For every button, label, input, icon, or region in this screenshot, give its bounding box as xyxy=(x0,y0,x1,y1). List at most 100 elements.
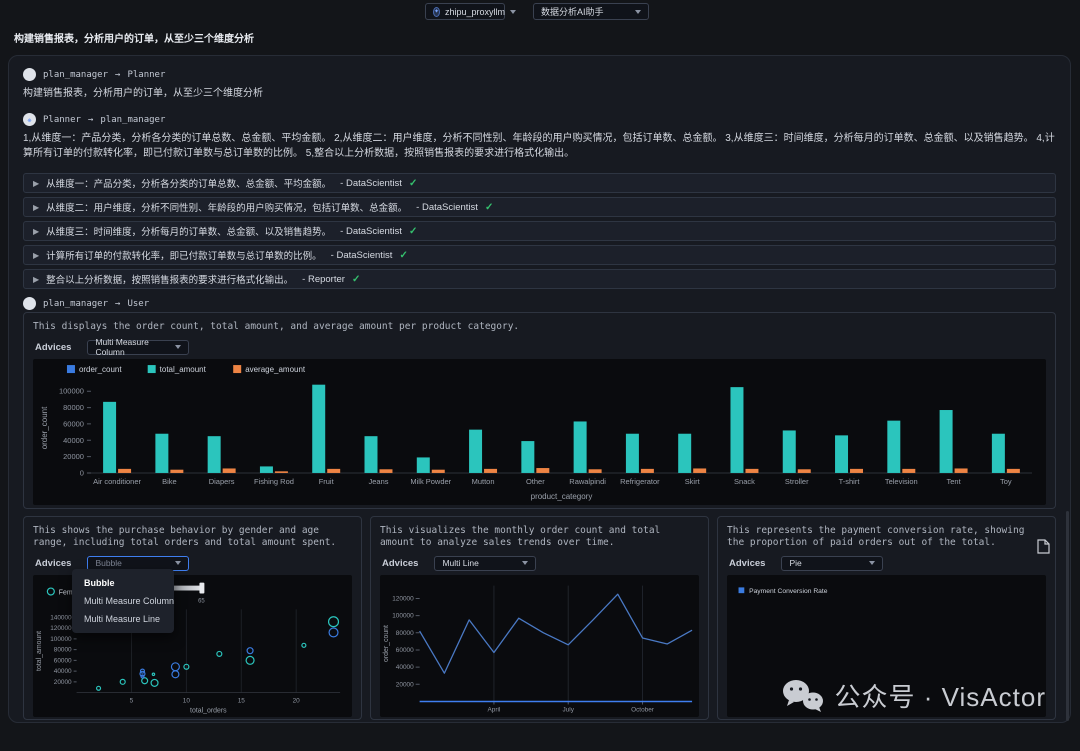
message-header: ❋ Planner → plan_manager xyxy=(23,113,1056,126)
svg-text:T-shirt: T-shirt xyxy=(839,477,861,486)
task-text: 从维度二：用户维度，分析不同性别、年龄段的用户购买情况，包括订单数、总金额。 xyxy=(46,200,407,214)
svg-text:60000: 60000 xyxy=(63,419,84,428)
svg-text:120000: 120000 xyxy=(50,625,72,632)
svg-text:80000: 80000 xyxy=(63,403,84,412)
caret-right-icon[interactable]: ▶ xyxy=(33,275,39,284)
message-to: plan_manager xyxy=(100,115,165,125)
app-select[interactable]: 数据分析AI助手 xyxy=(533,3,649,20)
message-from: Planner xyxy=(43,115,81,125)
svg-text:Stroller: Stroller xyxy=(785,477,809,486)
caret-right-icon[interactable]: ▶ xyxy=(33,179,39,188)
arrow: → xyxy=(115,70,120,80)
task-row[interactable]: ▶ 从维度一：产品分类，分析各分类的订单总数、总金额、平均金额。 - DataS… xyxy=(23,173,1056,193)
scrollbar-thumb[interactable] xyxy=(1066,511,1069,721)
svg-text:60000: 60000 xyxy=(396,647,414,654)
planner-avatar: ❋ xyxy=(23,113,36,126)
svg-text:Refrigerator: Refrigerator xyxy=(620,477,660,486)
message-body: 构建销售报表，分析用户的订单，从至少三个维度分析 xyxy=(23,86,1056,101)
task-agent: - DataScientist xyxy=(340,226,402,237)
svg-text:July: July xyxy=(563,706,575,713)
svg-text:20000: 20000 xyxy=(54,679,72,686)
panel-description: This visualizes the monthly order count … xyxy=(380,525,699,549)
caret-right-icon[interactable]: ▶ xyxy=(33,251,39,260)
message-to: User xyxy=(127,299,149,309)
svg-text:Air conditioner: Air conditioner xyxy=(93,477,141,486)
chart-type-select[interactable]: Pie xyxy=(781,556,883,571)
watermark: 公众号 · VisActor xyxy=(781,677,1046,714)
svg-text:15: 15 xyxy=(238,697,246,704)
line-chart: AprilJulyOctober200004000060000800001000… xyxy=(380,575,699,717)
chat-container: plan_manager → Planner 构建销售报表，分析用户的订单，从至… xyxy=(8,55,1071,723)
menu-item[interactable]: Multi Measure Line xyxy=(72,610,174,628)
svg-text:October: October xyxy=(631,706,655,713)
user-prompt-text: 构建销售报表，分析用户的订单，从至少三个维度分析 xyxy=(14,30,254,45)
svg-text:Tent: Tent xyxy=(947,477,962,486)
chart-type-value: Multi Measure Column xyxy=(95,337,170,357)
task-row[interactable]: ▶ 计算所有订单的付款转化率，即已付款订单数与总订单数的比例。 - DataSc… xyxy=(23,245,1056,265)
model-select-value: zhipu_proxyllm xyxy=(445,7,505,17)
chart-type-select[interactable]: Multi Line xyxy=(434,556,536,571)
svg-text:80000: 80000 xyxy=(396,630,414,637)
svg-text:40000: 40000 xyxy=(54,668,72,675)
svg-text:140000: 140000 xyxy=(50,614,72,621)
svg-text:Jeans: Jeans xyxy=(369,477,389,486)
caret-right-icon[interactable]: ▶ xyxy=(33,227,39,236)
task-agent: - Reporter xyxy=(302,274,345,285)
svg-text:Other: Other xyxy=(526,477,545,486)
task-agent: - DataScientist xyxy=(340,178,402,189)
svg-text:Snack: Snack xyxy=(734,477,755,486)
svg-text:65: 65 xyxy=(198,598,205,604)
task-text: 计算所有订单的付款转化率，即已付款订单数与总订单数的比例。 xyxy=(46,248,322,262)
task-row[interactable]: ▶ 从维度二：用户维度，分析不同性别、年龄段的用户购买情况，包括订单数、总金额。… xyxy=(23,197,1056,217)
wechat-icon xyxy=(781,678,825,714)
caret-right-icon[interactable]: ▶ xyxy=(33,203,39,212)
advices-row: Advices Multi Line xyxy=(382,555,699,571)
model-select[interactable]: ✦ zhipu_proxyllm xyxy=(425,3,505,20)
task-text: 从维度一：产品分类，分析各分类的订单总数、总金额、平均金额。 xyxy=(46,176,331,190)
arrow: → xyxy=(88,115,93,125)
panel-description: This shows the purchase behavior by gend… xyxy=(33,525,352,549)
line-chart-panel: This visualizes the monthly order count … xyxy=(370,516,709,720)
menu-item[interactable]: Bubble xyxy=(72,574,174,592)
svg-text:Fishing Rod: Fishing Rod xyxy=(254,477,294,486)
message-from: plan_manager xyxy=(43,299,108,309)
menu-item[interactable]: Multi Measure Column xyxy=(72,592,174,610)
task-agent: - DataScientist xyxy=(331,250,393,261)
plan-manager-avatar xyxy=(23,297,36,310)
svg-text:average_amount: average_amount xyxy=(245,365,306,374)
task-row[interactable]: ▶ 整合以上分析数据，按照销售报表的要求进行格式化输出。 - Reporter … xyxy=(23,269,1056,289)
message-from: plan_manager xyxy=(43,70,108,80)
message-to: Planner xyxy=(127,70,165,80)
task-row[interactable]: ▶ 从维度三：时间维度，分析每月的订单数、总金额、以及销售趋势。 - DataS… xyxy=(23,221,1056,241)
svg-text:Mutton: Mutton xyxy=(472,477,495,486)
panel-description: This displays the order count, total amo… xyxy=(33,321,1046,333)
advices-row: Advices Pie xyxy=(729,555,1046,571)
task-agent: - DataScientist xyxy=(416,202,478,213)
svg-text:20000: 20000 xyxy=(63,452,84,461)
chart-type-select[interactable]: Multi Measure Column xyxy=(87,340,189,355)
check-icon: ✓ xyxy=(485,202,493,213)
svg-text:Rawalpindi: Rawalpindi xyxy=(569,477,606,486)
svg-text:120000: 120000 xyxy=(392,595,414,602)
task-text: 整合以上分析数据，按照销售报表的要求进行格式化输出。 xyxy=(46,272,293,286)
app-select-value: 数据分析AI助手 xyxy=(541,5,604,18)
svg-text:order_count: order_count xyxy=(79,365,122,374)
svg-text:April: April xyxy=(487,706,500,713)
svg-text:10: 10 xyxy=(183,697,191,704)
message-body: 1,从维度一：产品分类，分析各分类的订单总数、总金额、平均金额。 2,从维度二：… xyxy=(23,131,1056,161)
chevron-down-icon xyxy=(869,561,875,565)
document-icon[interactable] xyxy=(1037,539,1050,554)
chevron-down-icon xyxy=(175,561,181,565)
advices-label: Advices xyxy=(35,342,71,353)
chevron-down-icon xyxy=(522,561,528,565)
svg-text:Diapers: Diapers xyxy=(209,477,235,486)
svg-text:20000: 20000 xyxy=(396,681,414,688)
svg-text:Television: Television xyxy=(885,477,918,486)
svg-text:product_category: product_category xyxy=(531,492,593,501)
message-header: plan_manager → User xyxy=(23,297,1056,310)
svg-text:Fruit: Fruit xyxy=(319,477,335,486)
svg-text:order_count: order_count xyxy=(40,406,49,449)
svg-text:Milk Powder: Milk Powder xyxy=(410,477,451,486)
bar-chart: order_counttotal_amountaverage_amount020… xyxy=(33,359,1046,505)
arrow: → xyxy=(115,299,120,309)
